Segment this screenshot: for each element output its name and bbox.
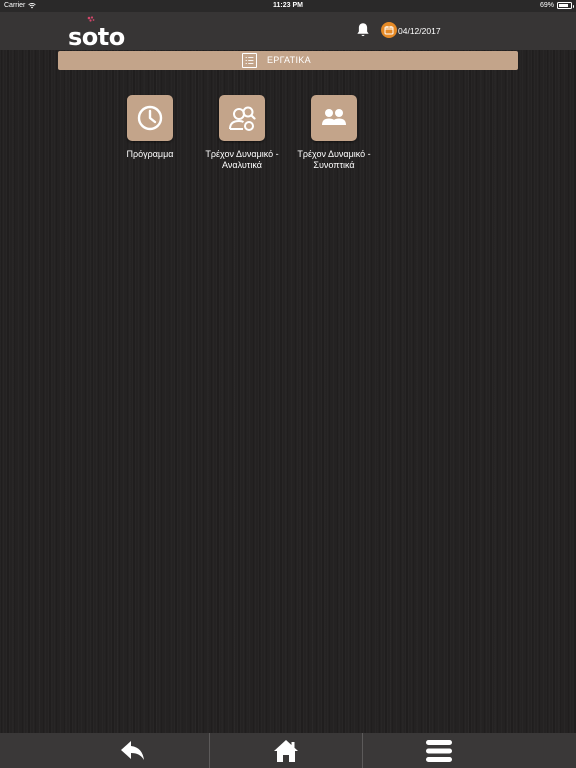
calendar-icon[interactable] (381, 22, 397, 38)
tile-schedule[interactable]: Πρόγραμμα (100, 95, 200, 160)
tile-current-staff-detailed-button[interactable] (219, 95, 265, 141)
user-search-icon (229, 106, 256, 131)
tile-current-staff-summary[interactable]: Τρέχον Δυναμικό - Συνοπτικά (284, 95, 384, 171)
bottom-nav (0, 733, 576, 768)
menu-button[interactable] (363, 733, 515, 768)
header-date[interactable]: 04/12/2017 (398, 26, 441, 36)
home-button[interactable] (210, 733, 362, 768)
tile-current-staff-detailed[interactable]: Τρέχον Δυναμικό - Αναλυτικά (192, 95, 292, 171)
calendar-glyph-icon (384, 26, 394, 35)
tile-current-staff-detailed-label: Τρέχον Δυναμικό - Αναλυτικά (205, 149, 279, 170)
clock-icon (137, 105, 163, 131)
tile-schedule-label: Πρόγραμμα (126, 149, 174, 159)
list-icon (242, 53, 257, 68)
back-button[interactable] (58, 733, 208, 768)
status-time: 11:23 PM (273, 2, 303, 9)
battery-percent: 69% (539, 2, 554, 9)
battery-fill (559, 4, 568, 7)
hamburger-menu-icon (426, 739, 452, 762)
soto-logo[interactable]: soto (66, 16, 136, 51)
app-header: soto 04/12/2017 (0, 12, 576, 51)
battery-icon (557, 2, 574, 9)
section-bar: ΕΡΓΑΤΙΚΑ (58, 51, 518, 70)
tile-schedule-button[interactable] (127, 95, 173, 141)
home-icon (274, 739, 298, 762)
status-bar: Carrier 11:23 PM 69% (0, 0, 576, 12)
tile-current-staff-summary-button[interactable] (311, 95, 357, 141)
status-battery: 69% (539, 2, 574, 9)
tile-current-staff-summary-label: Τρέχον Δυναμικό - Συνοπτικά (297, 149, 371, 170)
back-arrow-icon (121, 740, 144, 760)
section-title: ΕΡΓΑΤΙΚΑ (267, 55, 311, 65)
logo-text: soto (68, 23, 125, 51)
users-icon (322, 109, 346, 125)
bell-icon[interactable] (354, 21, 372, 39)
